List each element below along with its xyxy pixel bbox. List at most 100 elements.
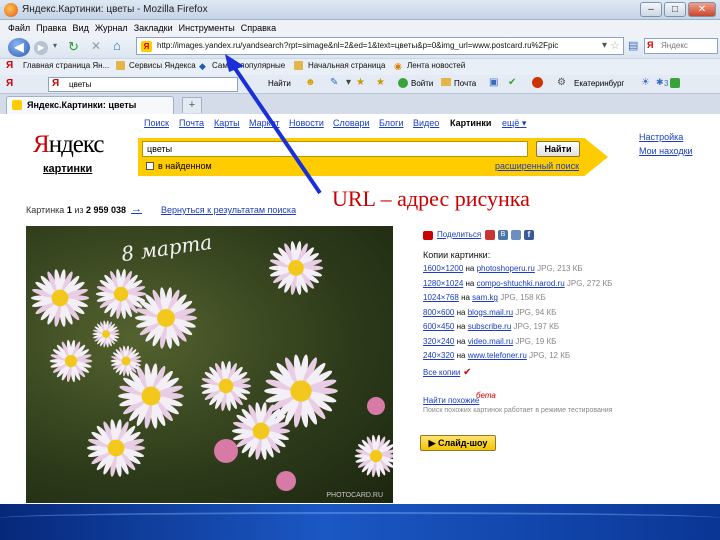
- smiley-icon[interactable]: ☻: [305, 77, 316, 88]
- menu-history[interactable]: Журнал: [95, 20, 128, 36]
- slideshow-button[interactable]: ▶ Слайд-шоу: [420, 435, 496, 451]
- copy-size-link[interactable]: 1024×768: [423, 293, 459, 302]
- copy-meta: JPG, 94 КБ: [515, 307, 557, 317]
- share-link[interactable]: Поделиться: [437, 230, 481, 239]
- yandex-bookmark-icon: Я: [6, 60, 14, 71]
- nav-link-mail[interactable]: Почта: [179, 118, 204, 128]
- window-title: Яндекс.Картинки: цветы - Mozilla Firefox: [22, 4, 208, 15]
- minimize-button[interactable]: –: [640, 2, 662, 17]
- counter-prefix: Картинка: [26, 205, 67, 215]
- close-button[interactable]: ✕: [688, 2, 716, 17]
- share-label[interactable]: Поделиться: [437, 230, 481, 239]
- nav-link-more[interactable]: ещё ▾: [502, 118, 526, 129]
- copy-size-link[interactable]: 800×600: [423, 308, 454, 317]
- maximize-button[interactable]: □: [664, 2, 686, 17]
- weather-temp[interactable]: 3: [664, 79, 668, 88]
- copy-meta: JPG, 158 КБ: [500, 293, 546, 302]
- image-search-input[interactable]: цветы: [142, 141, 528, 157]
- bookmark-services[interactable]: Сервисы Яндекса: [129, 61, 196, 70]
- settings-link[interactable]: Настройка: [639, 132, 683, 142]
- search-button[interactable]: Найти: [536, 141, 580, 157]
- copy-site-link[interactable]: www.telefoner.ru: [468, 351, 527, 360]
- back-arrow-icon[interactable]: ◀: [8, 38, 30, 57]
- reload-icon[interactable]: ↻: [68, 39, 79, 55]
- mail-link[interactable]: Почта: [454, 79, 476, 88]
- social-icon-1[interactable]: [485, 230, 495, 240]
- twitter-icon[interactable]: [511, 230, 521, 240]
- dropdown-arrow-icon[interactable]: ▾: [602, 40, 607, 51]
- copy-size-link[interactable]: 240×320: [423, 351, 454, 360]
- bookmark-news[interactable]: Лента новостей: [407, 61, 465, 70]
- gear-icon[interactable]: ⚙: [557, 77, 566, 88]
- logo-subtitle-images[interactable]: картинки: [43, 163, 92, 175]
- address-bar[interactable]: Я http://images.yandex.ru/yandsearch?rpt…: [136, 37, 624, 55]
- nav-link-dictionaries[interactable]: Словари: [333, 118, 370, 128]
- copy-site-link[interactable]: sam.kg: [472, 293, 498, 302]
- yandex-logo[interactable]: Яндекс: [33, 131, 105, 159]
- advanced-search-link[interactable]: расширенный поиск: [495, 161, 579, 171]
- feed-icon[interactable]: ▤: [628, 39, 638, 52]
- yandex-bar-search-input[interactable]: цветы: [48, 77, 238, 92]
- history-dropdown-icon[interactable]: ▾: [53, 41, 57, 50]
- yandex-search-icon: Я: [647, 40, 654, 50]
- copy-size-link[interactable]: 1280×1024: [423, 279, 463, 288]
- copy-site-link[interactable]: video.mail.ru: [468, 337, 513, 346]
- copy-site-link[interactable]: compo-shtuchki.narod.ru: [477, 279, 565, 288]
- counter-of: из: [71, 205, 86, 215]
- dropdown-arrow-icon[interactable]: ▾: [346, 77, 351, 88]
- pencil-icon[interactable]: ✎: [330, 77, 338, 88]
- nav-link-video[interactable]: Видео: [413, 118, 439, 128]
- next-image-arrow-icon[interactable]: →: [131, 203, 142, 215]
- yandex-bar-find-button[interactable]: Найти: [268, 79, 291, 88]
- address-url[interactable]: http://images.yandex.ru/yandsearch?rpt=s…: [157, 41, 597, 50]
- bookmark-start-page[interactable]: Начальная страница: [308, 61, 385, 70]
- logo-red-letter: Я: [33, 131, 50, 158]
- weather-icon[interactable]: ☀: [641, 77, 650, 88]
- all-copies-link[interactable]: Все копии: [423, 368, 460, 377]
- copy-site-link[interactable]: subscribe.ru: [468, 322, 512, 331]
- home-icon[interactable]: ⌂: [113, 38, 121, 53]
- copy-on-label: на: [465, 264, 475, 273]
- copy-site-link[interactable]: blogs.mail.ru: [468, 308, 513, 317]
- bookmark-star-icon[interactable]: ☆: [610, 39, 620, 52]
- back-to-results-link[interactable]: Вернуться к результатам поиска: [161, 205, 296, 215]
- forward-arrow-icon[interactable]: ▶: [34, 41, 48, 55]
- nav-link-blogs[interactable]: Блоги: [379, 118, 403, 128]
- star-icon[interactable]: ★: [356, 77, 365, 88]
- traffic-icon[interactable]: [670, 78, 680, 88]
- my-finds-link[interactable]: Мои находки: [639, 146, 693, 156]
- site-favicon-icon: Я: [141, 41, 152, 52]
- menu-help[interactable]: Справка: [241, 20, 276, 36]
- red-circle-icon[interactable]: [532, 77, 543, 88]
- bookmark-popular[interactable]: Самые популярные: [212, 61, 285, 70]
- menu-bookmarks[interactable]: Закладки: [134, 20, 173, 36]
- copy-size-link[interactable]: 320×240: [423, 337, 454, 346]
- browser-search-input[interactable]: Яндекс: [644, 38, 718, 54]
- find-similar-link[interactable]: Найти похожие: [423, 396, 479, 405]
- nav-link-search[interactable]: Поиск: [144, 118, 169, 128]
- image-preview[interactable]: 8 марта PHOTOCARD.RU: [26, 226, 393, 503]
- nav-link-market[interactable]: Маркет: [249, 118, 279, 128]
- facebook-icon[interactable]: f: [524, 230, 534, 240]
- stop-icon[interactable]: ✕: [91, 39, 101, 53]
- menu-view[interactable]: Вид: [73, 20, 89, 36]
- new-tab-icon[interactable]: +: [182, 97, 202, 113]
- copy-row: 800×600 на blogs.mail.ru JPG, 94 КБ: [423, 308, 556, 317]
- menu-tools[interactable]: Инструменты: [179, 20, 235, 36]
- nav-link-maps[interactable]: Карты: [214, 118, 240, 128]
- menu-file[interactable]: Файл: [8, 20, 30, 36]
- tab-yandex-images[interactable]: Яндекс.Картинки: цветы: [6, 96, 174, 114]
- check-icon[interactable]: ✔: [508, 77, 516, 88]
- copy-site-link[interactable]: photoshoperu.ru: [477, 264, 535, 273]
- nav-link-news[interactable]: Новости: [289, 118, 324, 128]
- news-icon[interactable]: ▣: [489, 77, 498, 88]
- bookmark-star-icon[interactable]: ★: [376, 77, 385, 88]
- city-label[interactable]: Екатеринбург: [574, 79, 624, 88]
- copy-size-link[interactable]: 600×450: [423, 322, 454, 331]
- login-link[interactable]: Войти: [411, 79, 433, 88]
- vkontakte-icon[interactable]: B: [498, 230, 508, 240]
- bookmark-home[interactable]: Главная страница Ян...: [23, 61, 109, 70]
- copy-size-link[interactable]: 1600×1200: [423, 264, 463, 273]
- search-in-results-checkbox[interactable]: [146, 162, 154, 170]
- menu-edit[interactable]: Правка: [36, 20, 66, 36]
